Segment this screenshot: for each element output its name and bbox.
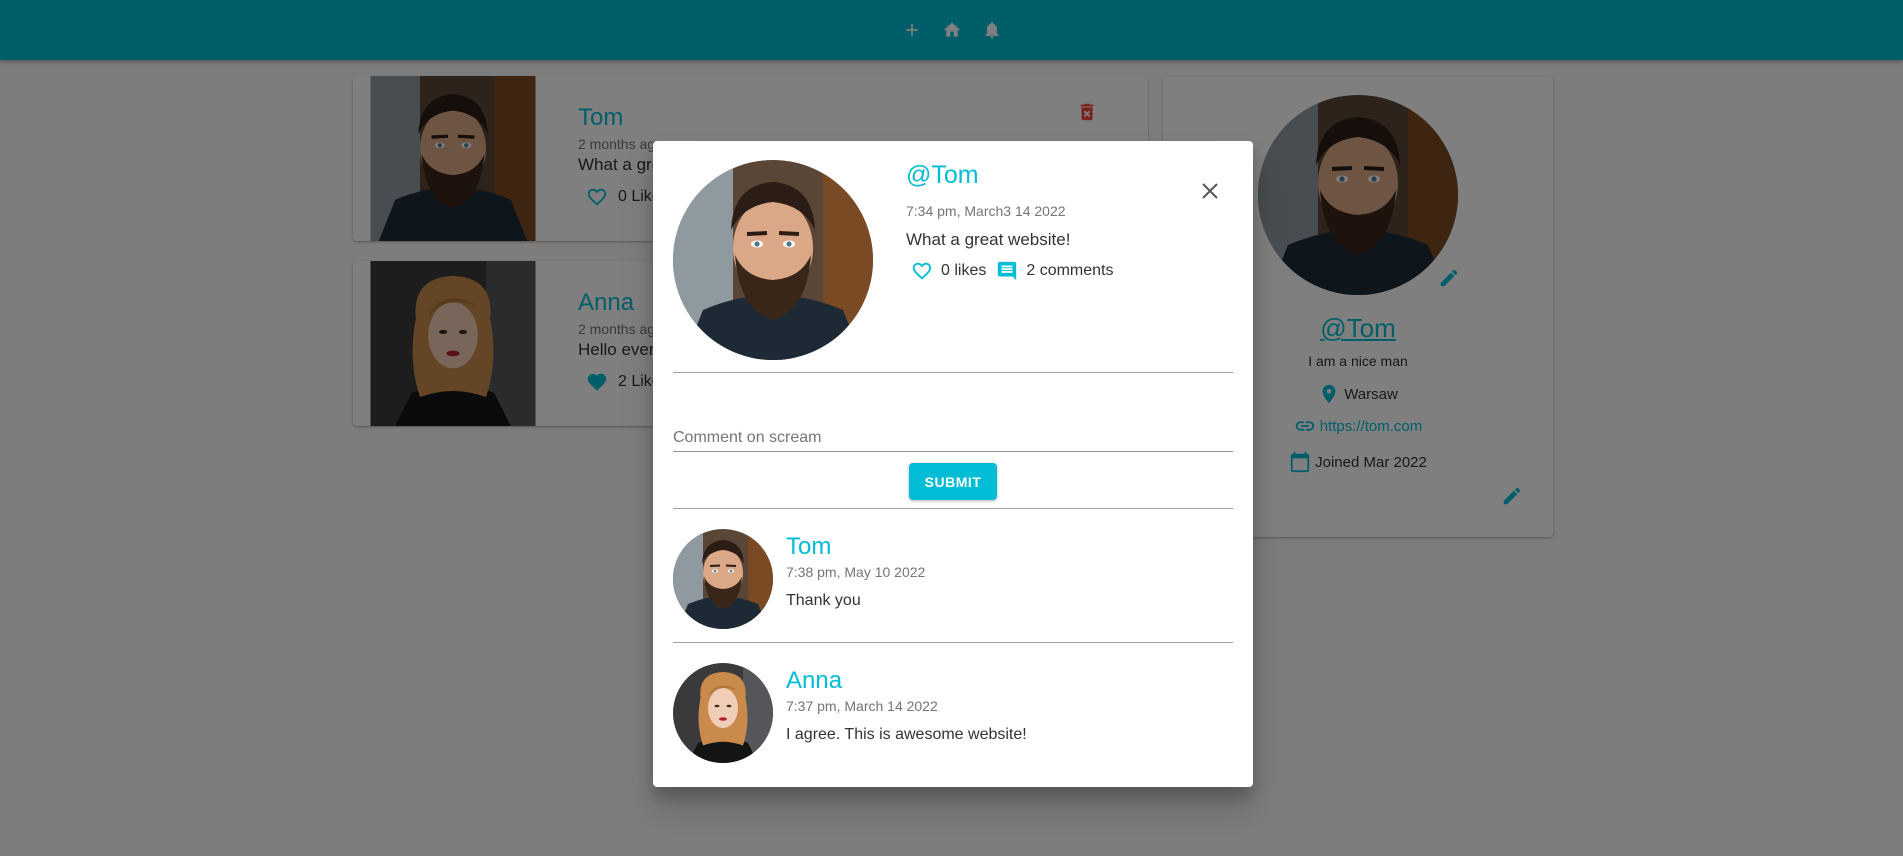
dialog-user-avatar [673, 160, 873, 360]
dialog-actions: 0 likes 2 comments [911, 260, 1114, 282]
scream-dialog: @Tom 7:34 pm, March3 14 2022 What a grea… [653, 141, 1253, 787]
comment-user-link[interactable]: Tom [786, 533, 831, 561]
comment-avatar [673, 529, 773, 629]
close-dialog-button[interactable] [1201, 182, 1223, 204]
comment-input[interactable] [673, 424, 1233, 452]
heart-outline-icon [912, 262, 932, 280]
comment-date: 7:37 pm, March 14 2022 [786, 698, 938, 714]
dialog-comments-count: 2 comments [1026, 262, 1114, 279]
dialog-likes-count: 0 likes [941, 262, 987, 279]
comment-body: I agree. This is awesome website! [786, 726, 1027, 743]
comment-user-link[interactable]: Anna [786, 667, 842, 695]
comment-body: Thank you [786, 592, 861, 609]
chat-icon [998, 261, 1017, 281]
divider [673, 372, 1233, 373]
submit-comment-button[interactable]: SUBMIT [909, 463, 997, 500]
comments-button[interactable]: 2 comments [996, 260, 1114, 282]
close-icon [1202, 183, 1218, 199]
comment-avatar [673, 663, 773, 763]
dialog-date: 7:34 pm, March3 14 2022 [906, 203, 1066, 219]
like-button[interactable]: 0 likes [911, 260, 986, 282]
divider [673, 642, 1233, 643]
dialog-user-link[interactable]: @Tom [906, 161, 979, 190]
comment-date: 7:38 pm, May 10 2022 [786, 564, 926, 580]
divider [673, 508, 1233, 509]
dialog-body: What a great website! [906, 230, 1071, 249]
